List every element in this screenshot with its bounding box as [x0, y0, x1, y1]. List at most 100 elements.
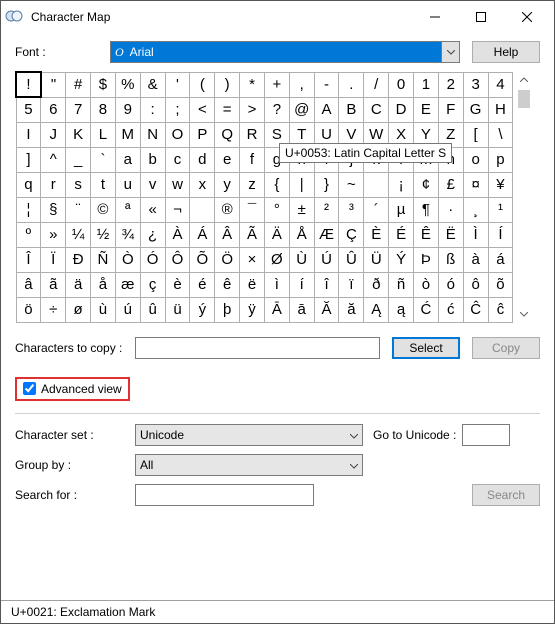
grid-cell[interactable]: Ö	[215, 247, 240, 272]
grid-cell[interactable]: c	[165, 147, 190, 172]
font-select[interactable]: O Arial	[110, 41, 460, 63]
grid-cell[interactable]: N	[140, 122, 165, 147]
grid-cell[interactable]: °	[264, 197, 289, 222]
grid-cell[interactable]: f	[240, 147, 265, 172]
copy-button[interactable]: Copy	[472, 337, 540, 359]
grid-cell[interactable]: é	[190, 272, 215, 297]
grid-cell[interactable]: Ô	[165, 247, 190, 272]
grid-cell[interactable]: û	[140, 297, 165, 322]
grid-cell[interactable]: J	[41, 122, 66, 147]
grid-cell[interactable]: .	[339, 72, 364, 97]
grid-cell[interactable]: ā	[289, 297, 314, 322]
grid-cell[interactable]: ä	[66, 272, 91, 297]
advanced-view-checkbox[interactable]	[23, 382, 36, 395]
groupby-select[interactable]: All	[135, 454, 363, 476]
grid-cell[interactable]: µ	[389, 197, 414, 222]
grid-cell[interactable]: [	[463, 122, 488, 147]
grid-cell[interactable]: D	[389, 97, 414, 122]
grid-cell[interactable]: Á	[190, 222, 215, 247]
grid-cell[interactable]: Ù	[289, 247, 314, 272]
grid-cell[interactable]: Æ	[314, 222, 339, 247]
grid-cell[interactable]: ó	[438, 272, 463, 297]
grid-cell[interactable]: G	[463, 97, 488, 122]
grid-cell[interactable]: s	[66, 172, 91, 197]
search-input[interactable]	[135, 484, 314, 506]
grid-cell[interactable]: ô	[463, 272, 488, 297]
grid-cell[interactable]: ç	[140, 272, 165, 297]
grid-cell[interactable]: ¼	[66, 222, 91, 247]
grid-cell[interactable]: ~	[339, 172, 364, 197]
grid-cell[interactable]: «	[140, 197, 165, 222]
grid-cell[interactable]: ï	[339, 272, 364, 297]
grid-cell[interactable]: _	[66, 147, 91, 172]
grid-cell[interactable]: ²	[314, 197, 339, 222]
grid-cell[interactable]: Ă	[314, 297, 339, 322]
grid-cell[interactable]: Í	[488, 222, 513, 247]
grid-cell[interactable]: I	[16, 122, 41, 147]
grid-cell[interactable]: !	[16, 72, 41, 97]
grid-cell[interactable]: 0	[389, 72, 414, 97]
grid-cell[interactable]: Ï	[41, 247, 66, 272]
grid-cell[interactable]: ­	[190, 197, 215, 222]
grid-cell[interactable]: @	[289, 97, 314, 122]
grid-cell[interactable]: ÷	[41, 297, 66, 322]
grid-cell[interactable]: ¨	[66, 197, 91, 222]
grid-cell[interactable]: C	[364, 97, 389, 122]
grid-cell[interactable]: {	[264, 172, 289, 197]
grid-cell[interactable]: Ĉ	[463, 297, 488, 322]
grid-cell[interactable]: ×	[240, 247, 265, 272]
scroll-up-icon[interactable]	[515, 71, 532, 88]
grid-cell[interactable]: Ú	[314, 247, 339, 272]
grid-cell[interactable]: ¦	[16, 197, 41, 222]
grid-cell[interactable]: Ò	[115, 247, 140, 272]
grid-cell[interactable]: Þ	[414, 247, 439, 272]
grid-cell[interactable]: O	[165, 122, 190, 147]
grid-cell[interactable]: è	[165, 272, 190, 297]
grid-cell[interactable]: +	[264, 72, 289, 97]
grid-cell[interactable]: Ã	[240, 222, 265, 247]
grid-cell[interactable]: ®	[215, 197, 240, 222]
grid-cell[interactable]: þ	[215, 297, 240, 322]
grid-cell[interactable]: =	[215, 97, 240, 122]
grid-cell[interactable]: `	[91, 147, 116, 172]
grid-cell[interactable]: í	[289, 272, 314, 297]
grid-cell[interactable]: ê	[215, 272, 240, 297]
grid-cell[interactable]: ¥	[488, 172, 513, 197]
grid-cell[interactable]: ¤	[463, 172, 488, 197]
grid-cell[interactable]: ć	[438, 297, 463, 322]
grid-cell[interactable]: ,	[289, 72, 314, 97]
grid-cell[interactable]: É	[389, 222, 414, 247]
grid-cell[interactable]: b	[140, 147, 165, 172]
grid-cell[interactable]: Ó	[140, 247, 165, 272]
grid-cell[interactable]: |	[289, 172, 314, 197]
grid-cell[interactable]: o	[463, 147, 488, 172]
grid-cell[interactable]: º	[16, 222, 41, 247]
grid-cell[interactable]: å	[91, 272, 116, 297]
grid-cell[interactable]: ¬	[165, 197, 190, 222]
grid-cell[interactable]: ©	[91, 197, 116, 222]
grid-cell[interactable]: ý	[190, 297, 215, 322]
grid-cell[interactable]: ú	[115, 297, 140, 322]
grid-cell[interactable]: u	[115, 172, 140, 197]
grid-cell[interactable]: á	[488, 247, 513, 272]
grid-cell[interactable]: ;	[165, 97, 190, 122]
grid-cell[interactable]: -	[314, 72, 339, 97]
grid-cell[interactable]: )	[215, 72, 240, 97]
grid-cell[interactable]: ÿ	[240, 297, 265, 322]
grid-cell[interactable]: ¿	[140, 222, 165, 247]
grid-cell[interactable]: >	[240, 97, 265, 122]
grid-cell[interactable]: ø	[66, 297, 91, 322]
grid-cell[interactable]: 5	[16, 97, 41, 122]
grid-cell[interactable]: Õ	[190, 247, 215, 272]
grid-cell[interactable]: B	[339, 97, 364, 122]
grid-cell[interactable]: &	[140, 72, 165, 97]
grid-cell[interactable]: Å	[289, 222, 314, 247]
grid-cell[interactable]: ±	[289, 197, 314, 222]
grid-cell[interactable]: Î	[16, 247, 41, 272]
grid-cell[interactable]: ĉ	[488, 297, 513, 322]
minimize-button[interactable]	[412, 3, 458, 31]
characters-to-copy-input[interactable]	[135, 337, 380, 359]
grid-cell[interactable]: $	[91, 72, 116, 97]
grid-cell[interactable]: â	[16, 272, 41, 297]
grid-cell[interactable]: '	[165, 72, 190, 97]
